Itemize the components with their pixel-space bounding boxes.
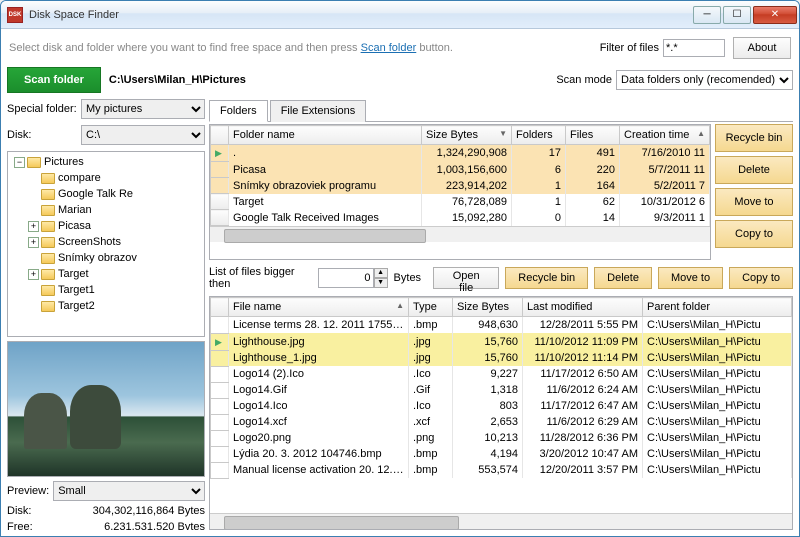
tree-expander[interactable]: + (28, 237, 39, 248)
file-grid-hscroll[interactable] (210, 513, 792, 529)
table-row[interactable]: Logo14.Gif .Gif 1,318 11/6/2012 6:24 AM … (211, 382, 792, 398)
disk-select[interactable]: C:\ (81, 125, 205, 145)
special-folder-label: Special folder: (7, 103, 77, 115)
tree-expander[interactable]: + (28, 221, 39, 232)
copyto-button[interactable]: Copy to (715, 220, 793, 248)
file-delete-button[interactable]: Delete (594, 267, 652, 289)
tree-item[interactable]: Marian (28, 202, 202, 218)
sort-desc-icon: ▼ (499, 129, 507, 138)
col-file-name[interactable]: File name▲ (229, 298, 409, 317)
scan-folder-link[interactable]: Scan folder (361, 42, 417, 54)
col-folder-name[interactable]: Folder name (229, 126, 422, 145)
disk-stat: Disk: 304,302,116,864 Bytes (7, 505, 205, 517)
moveto-button[interactable]: Move to (715, 188, 793, 216)
open-file-button[interactable]: Open file (433, 267, 499, 289)
spin-up-icon[interactable]: ▲ (374, 268, 388, 278)
delete-button[interactable]: Delete (715, 156, 793, 184)
tabstrip: Folders File Extensions (209, 99, 793, 122)
hint-text: Select disk and folder where you want to… (9, 42, 592, 54)
col-files[interactable]: Files (566, 126, 620, 145)
tree-expander[interactable]: + (28, 269, 39, 280)
table-row[interactable]: Snímky obrazoviek programu 223,914,202 1… (211, 178, 710, 194)
col-modified[interactable]: Last modified (523, 298, 643, 317)
tree-item[interactable]: Target1 (28, 282, 202, 298)
preview-size-select[interactable]: Small (53, 481, 205, 501)
recycle-button[interactable]: Recycle bin (715, 124, 793, 152)
table-row[interactable]: Target 76,728,089 1 62 10/31/2012 6 (211, 194, 710, 210)
table-row[interactable]: ▶ . 1,324,290,908 17 491 7/16/2010 11 (211, 145, 710, 162)
col-type[interactable]: Type (409, 298, 453, 317)
filter-label: Filter of files (600, 42, 659, 54)
current-path: C:\Users\Milan_H\Pictures (109, 74, 548, 86)
table-row[interactable]: ▶ Lighthouse.jpg .jpg 15,760 11/10/2012 … (211, 333, 792, 350)
window-title: Disk Space Finder (29, 9, 691, 21)
folder-icon (41, 301, 55, 312)
table-row[interactable]: Logo14.xcf .xcf 2,653 11/6/2012 6:29 AM … (211, 414, 792, 430)
folder-icon (41, 205, 55, 216)
folder-icon (41, 237, 55, 248)
scan-folder-button[interactable]: Scan folder (7, 67, 101, 93)
file-moveto-button[interactable]: Move to (658, 267, 723, 289)
folder-icon (41, 221, 55, 232)
bigger-than-spinner[interactable]: ▲▼ (318, 268, 388, 288)
table-row[interactable]: Google Talk Received Images 15,092,280 0… (211, 210, 710, 226)
table-row[interactable]: Logo20.png .png 10,213 11/28/2012 6:36 P… (211, 430, 792, 446)
preview-label: Preview: (7, 485, 49, 497)
special-folder-select[interactable]: My pictures (81, 99, 205, 119)
titlebar: DSK Disk Space Finder ─ ☐ ✕ (1, 1, 799, 29)
tab-folders[interactable]: Folders (209, 100, 268, 122)
preview-image (8, 342, 204, 476)
tree-item[interactable]: +ScreenShots (28, 234, 202, 250)
disk-label: Disk: (7, 129, 77, 141)
folder-tree[interactable]: −Pictures compareGoogle Talk ReMarian+Pi… (7, 151, 205, 337)
folder-icon (41, 269, 55, 280)
table-row[interactable]: Lýdia 20. 3. 2012 104746.bmp .bmp 4,194 … (211, 446, 792, 462)
tree-item[interactable]: Google Talk Re (28, 186, 202, 202)
tree-item[interactable]: +Target (28, 266, 202, 282)
file-grid[interactable]: File name▲ Type Size Bytes Last modified… (209, 296, 793, 530)
folder-grid-hscroll[interactable] (210, 226, 710, 242)
bigger-than-label: List of files bigger then (209, 266, 312, 290)
app-window: DSK Disk Space Finder ─ ☐ ✕ Select disk … (0, 0, 800, 537)
col-parent[interactable]: Parent folder (643, 298, 792, 317)
app-icon: DSK (7, 7, 23, 23)
folder-icon (41, 253, 55, 264)
tree-item[interactable]: compare (28, 170, 202, 186)
folder-grid[interactable]: Folder name Size Bytes▼ Folders Files Cr… (209, 124, 711, 260)
col-ctime[interactable]: Creation time▲ (620, 126, 710, 145)
tab-file-extensions[interactable]: File Extensions (270, 100, 367, 122)
folder-icon (27, 157, 41, 168)
file-copyto-button[interactable]: Copy to (729, 267, 793, 289)
bigger-than-unit: Bytes (394, 272, 422, 284)
content: Select disk and folder where you want to… (1, 29, 799, 536)
table-row[interactable]: Lighthouse_1.jpg .jpg 15,760 11/10/2012 … (211, 350, 792, 366)
scanmode-select[interactable]: Data folders only (recomended) (616, 70, 793, 90)
table-row[interactable]: Logo14.Ico .Ico 803 11/17/2012 6:47 AM C… (211, 398, 792, 414)
filter-input[interactable] (663, 39, 725, 57)
folder-icon (41, 173, 55, 184)
close-button[interactable]: ✕ (753, 6, 797, 24)
tree-item[interactable]: Snímky obrazov (28, 250, 202, 266)
scanmode-label: Scan mode (556, 74, 612, 86)
preview-pane (7, 341, 205, 477)
col-file-size[interactable]: Size Bytes (453, 298, 523, 317)
spin-down-icon[interactable]: ▼ (374, 278, 388, 288)
maximize-button[interactable]: ☐ (723, 6, 751, 24)
table-row[interactable]: Picasa 1,003,156,600 6 220 5/7/2011 11 (211, 162, 710, 178)
table-row[interactable]: License terms 28. 12. 2011 175502.bmp .b… (211, 317, 792, 334)
folder-icon (41, 189, 55, 200)
table-row[interactable]: Logo14 (2).Ico .Ico 9,227 11/17/2012 6:5… (211, 366, 792, 382)
free-stat: Free: 6,231,531,520 Bytes (7, 521, 205, 530)
col-folders[interactable]: Folders (512, 126, 566, 145)
tree-item[interactable]: Target2 (28, 298, 202, 314)
tree-expander[interactable]: − (14, 157, 25, 168)
about-button[interactable]: About (733, 37, 791, 59)
minimize-button[interactable]: ─ (693, 6, 721, 24)
col-size[interactable]: Size Bytes▼ (422, 126, 512, 145)
file-recycle-button[interactable]: Recycle bin (505, 267, 588, 289)
folder-icon (41, 285, 55, 296)
tree-item[interactable]: +Picasa (28, 218, 202, 234)
table-row[interactable]: Manual license activation 20. 12. ... .b… (211, 462, 792, 478)
